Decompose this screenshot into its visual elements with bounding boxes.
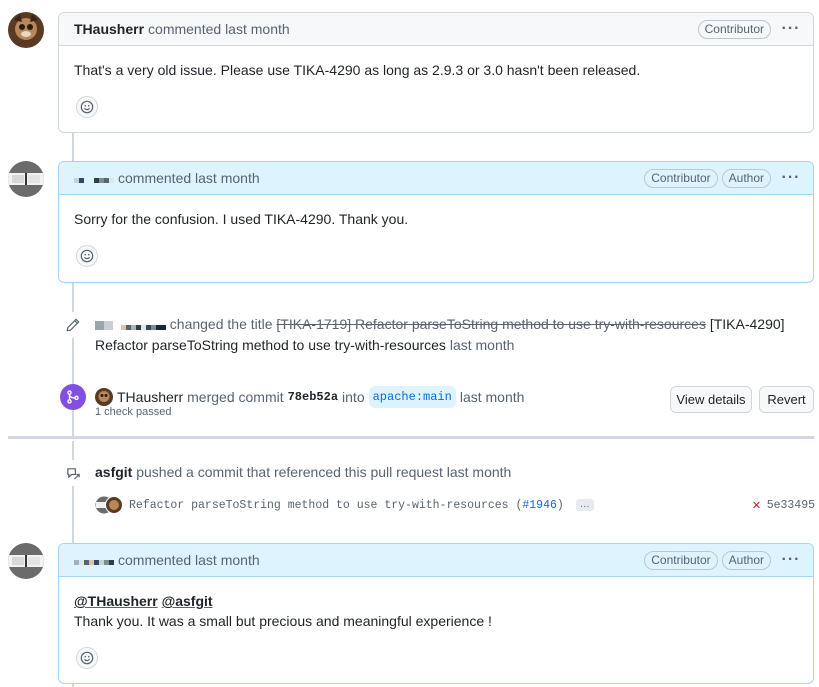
commit-sha[interactable]: 5e33495 [767, 499, 815, 512]
comment-header: commented last month Contributor Author … [59, 544, 813, 577]
comment-author-reply: commented last month Contributor Author … [58, 161, 814, 283]
commit-avatars[interactable] [95, 496, 123, 514]
comment-author-thanks: commented last month Contributor Author … [58, 543, 814, 684]
smiley-icon[interactable] [76, 96, 98, 118]
comment-text: Sorry for the confusion. I used TIKA-429… [74, 211, 409, 227]
smiley-icon[interactable] [76, 647, 98, 669]
kebab-icon[interactable]: ··· [779, 551, 803, 569]
merge-event: THausherr merged commit 78eb52a into apa… [95, 386, 524, 408]
timeline-line [72, 133, 74, 161]
cross-reference-icon [60, 460, 86, 486]
pencil-icon [60, 312, 86, 338]
comment-timestamp[interactable]: commented last month [148, 21, 290, 37]
old-title: [TIKA-1719] Refactor parseToString metho… [276, 316, 706, 332]
kebab-icon[interactable]: ··· [779, 20, 803, 38]
comment-body: That's a very old issue. Please use TIKA… [59, 46, 813, 134]
redacted-avatar [95, 315, 113, 335]
avatar-thausherr-small[interactable] [95, 388, 113, 406]
redacted-username [120, 315, 166, 335]
comment-author[interactable]: THausherr [74, 21, 144, 37]
merge-verb: merged commit [187, 389, 284, 405]
revert-button[interactable]: Revert [759, 386, 814, 413]
comment-timestamp[interactable]: commented last month [118, 552, 260, 568]
timeline-line [72, 441, 74, 543]
comment-mentions: @THausherr @asfgit [74, 591, 798, 611]
view-details-button[interactable]: View details [670, 386, 752, 413]
title-change-event: changed the title [TIKA-1719] Refactor p… [95, 314, 795, 355]
push-author[interactable]: asfgit [95, 464, 132, 480]
timeline-divider [8, 436, 814, 439]
redacted-username [74, 553, 114, 568]
merge-author[interactable]: THausherr [117, 387, 183, 407]
contributor-badge: Contributor [697, 19, 771, 39]
comment-timestamp[interactable]: commented last month [118, 170, 260, 186]
title-change-time[interactable]: last month [450, 337, 515, 353]
contributor-badge: Contributor [644, 550, 718, 570]
referenced-commit-row: Refactor parseToString method to use try… [95, 495, 815, 515]
merge-icon [60, 384, 86, 410]
push-event: asfgit pushed a commit that referenced t… [95, 462, 511, 482]
comment-header: commented last month Contributor Author … [59, 162, 813, 195]
push-text: pushed a commit that referenced this pul… [136, 464, 512, 480]
contributor-badge: Contributor [644, 168, 718, 188]
comment-header: THausherr commented last month Contribut… [59, 13, 813, 46]
comment-body: Sorry for the confusion. I used TIKA-429… [59, 195, 813, 283]
checks-status[interactable]: 1 check passed [95, 406, 171, 418]
expand-commit-button[interactable]: … [575, 499, 594, 511]
target-branch[interactable]: apache:main [368, 386, 456, 408]
author-badge: Author [721, 168, 771, 188]
redacted-username [74, 171, 114, 186]
timeline-line [72, 283, 74, 438]
comment-text: That's a very old issue. Please use TIKA… [74, 62, 641, 78]
comment-thausherr: THausherr commented last month Contribut… [58, 12, 814, 133]
commit-pr-link[interactable]: #1946 [522, 499, 557, 512]
comment-text: Thank you. It was a small but precious a… [74, 613, 492, 629]
avatar-author[interactable] [8, 543, 44, 579]
author-badge: Author [721, 550, 771, 570]
merge-time[interactable]: last month [460, 387, 525, 407]
commit-sha-block: ✕ 5e33495 [752, 497, 815, 514]
x-icon[interactable]: ✕ [752, 497, 760, 514]
commit-message[interactable]: Refactor parseToString method to use try… [129, 499, 564, 512]
kebab-icon[interactable]: ··· [779, 169, 803, 187]
comment-body: @THausherr @asfgit Thank you. It was a s… [59, 577, 813, 685]
avatar-author[interactable] [8, 161, 44, 197]
avatar-thausherr[interactable] [8, 12, 44, 48]
mention-asfgit[interactable]: @asfgit [162, 593, 213, 609]
title-change-verb: changed the title [169, 316, 273, 332]
smiley-icon[interactable] [76, 245, 98, 267]
mention-thausherr[interactable]: @THausherr [74, 593, 158, 609]
merge-commit-sha[interactable]: 78eb52a [288, 387, 338, 407]
merge-into: into [342, 389, 365, 405]
